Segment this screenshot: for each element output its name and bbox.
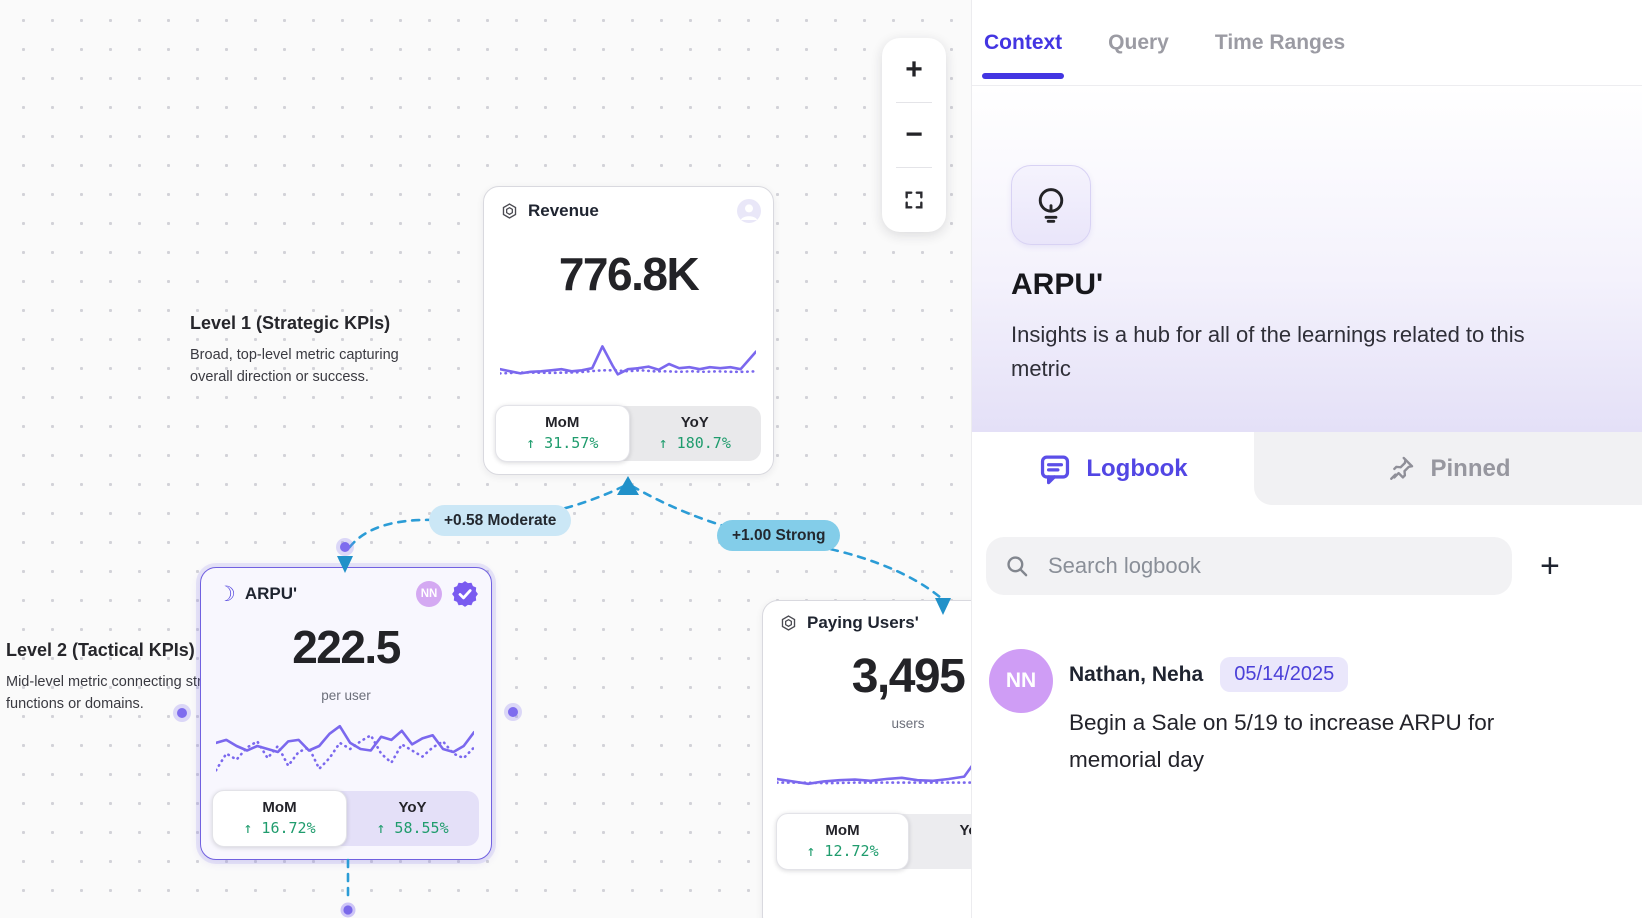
entry-author: Nathan, Neha (1069, 663, 1203, 687)
context-panel: Context Query Time Ranges ARPU' Insights… (971, 0, 1642, 918)
card-title: Paying Users' (807, 613, 919, 633)
moon-icon: ☽ (217, 585, 236, 603)
zoom-in-button[interactable]: + (882, 38, 946, 102)
verified-seal-icon (451, 580, 479, 608)
tab-context[interactable]: Context (984, 31, 1062, 55)
lightbulb-icon (1031, 185, 1071, 225)
node-handle-right[interactable] (508, 707, 518, 717)
level1-annotation: Level 1 (Strategic KPIs) Broad, top-leve… (190, 313, 440, 388)
level1-title: Level 1 (Strategic KPIs) (190, 313, 440, 334)
zoom-out-button[interactable]: − (882, 103, 946, 167)
panel-tab-bar: Context Query Time Ranges (972, 0, 1642, 86)
hexagon-icon (779, 614, 798, 633)
sparkline-chart (777, 743, 971, 803)
metric-description: Insights is a hub for all of the learnin… (1011, 318, 1576, 386)
metric-card-arpu[interactable]: ☽ ARPU' NN 222.5 per user MoM ↑ 16.72% Y… (200, 567, 492, 860)
logbook-entry[interactable]: NN Nathan, Neha 05/14/2025 Begin a Sale … (989, 649, 1642, 778)
logbook-search-row: + (986, 537, 1642, 595)
metric-tree-canvas[interactable]: Level 1 (Strategic KPIs) Broad, top-leve… (0, 0, 971, 918)
metric-value: 222.5 (201, 620, 491, 674)
card-title: ARPU' (245, 584, 297, 604)
metric-unit: per user (201, 688, 491, 703)
level1-body: Broad, top-level metric capturing overal… (190, 344, 440, 388)
add-entry-button[interactable]: + (1540, 549, 1560, 583)
fit-view-button[interactable] (882, 168, 946, 232)
tab-time-ranges[interactable]: Time Ranges (1215, 31, 1345, 55)
metric-hero: ARPU' Insights is a hub for all of the l… (972, 86, 1642, 432)
yoy-stat[interactable]: YoY ↑ 58.55% (346, 791, 479, 846)
edge-endpoint-halo (341, 903, 356, 918)
metric-value: 776.8K (484, 247, 773, 301)
search-box[interactable] (986, 537, 1512, 595)
fullscreen-icon (903, 189, 925, 211)
hexagon-icon (500, 202, 519, 221)
entry-text: Begin a Sale on 5/19 to increase ARPU fo… (1069, 704, 1539, 778)
metric-card-paying-users[interactable]: Paying Users' 3,495 users MoM ↑ 12.72% Y… (762, 600, 971, 918)
search-input[interactable] (1046, 552, 1430, 580)
mom-stat[interactable]: MoM ↑ 16.72% (212, 790, 347, 847)
yoy-stat[interactable]: YoY ↑ 180.7% (629, 406, 762, 461)
insight-icon-box (1011, 165, 1091, 245)
sparkline-chart (500, 337, 756, 389)
edge-label-moderate[interactable]: +0.58 Moderate (429, 505, 571, 536)
sparkline-chart (216, 711, 474, 787)
logbook-icon (1038, 452, 1072, 486)
node-handle-top[interactable] (340, 542, 350, 552)
search-icon (1004, 553, 1030, 579)
owner-avatar-icon[interactable] (737, 199, 761, 223)
metric-unit: users (763, 716, 971, 731)
metric-value: 3,495 (763, 649, 971, 704)
tab-pinned[interactable]: Pinned (1254, 432, 1642, 505)
edge-endpoint-dot (343, 905, 352, 914)
metric-name: ARPU' (1011, 268, 1103, 302)
edge-label-strong[interactable]: +1.00 Strong (717, 520, 840, 551)
entry-avatar: NN (989, 649, 1053, 713)
logbook-tab-bar: Logbook Pinned (972, 432, 1642, 505)
arrowhead-up-revenue (617, 476, 639, 495)
collaborator-badge[interactable]: NN (416, 581, 442, 607)
mom-stat[interactable]: MoM ↑ 31.57% (495, 405, 630, 462)
mom-stat[interactable]: MoM ↑ 12.72% (776, 813, 909, 870)
canvas-zoom-controls: + − (882, 38, 946, 232)
tab-logbook[interactable]: Logbook (972, 432, 1254, 505)
yoy-stat[interactable]: YoY (908, 814, 971, 869)
card-title: Revenue (528, 201, 599, 221)
metric-card-revenue[interactable]: Revenue 776.8K MoM ↑ 31.57% YoY ↑ 180.7% (483, 186, 774, 475)
entry-date-badge: 05/14/2025 (1220, 657, 1348, 692)
node-handle-left[interactable] (177, 708, 187, 718)
pushpin-icon (1386, 454, 1416, 484)
tab-query[interactable]: Query (1108, 31, 1169, 55)
